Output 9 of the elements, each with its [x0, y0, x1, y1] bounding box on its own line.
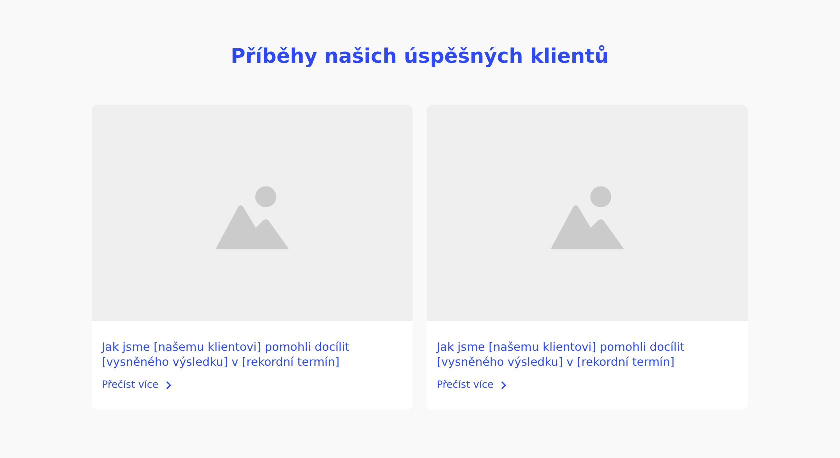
chevron-right-icon [500, 381, 507, 390]
story-title: Jak jsme [našemu klientovi] pomohli docílit [vysněného výsledku] v [rekordní termín] [437, 340, 686, 370]
story-title: Jak jsme [našemu klientovi] pomohli docílit [vysněného výsledku] v [rekordní termín] [102, 340, 351, 370]
read-more-link[interactable]: Přečíst více [437, 380, 507, 391]
image-placeholder-icon [216, 186, 290, 250]
chevron-right-icon [166, 381, 172, 390]
read-more-link[interactable]: Přečíst více [102, 380, 172, 391]
section-heading: Příběhy našich úspěšných klientů [230, 43, 610, 70]
image-placeholder-icon [550, 186, 624, 250]
